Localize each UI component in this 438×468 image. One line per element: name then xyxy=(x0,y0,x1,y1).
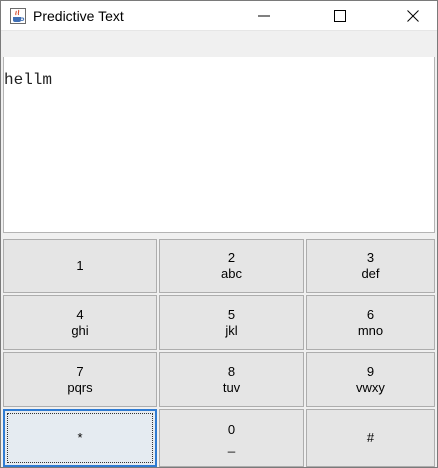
key-4[interactable]: 4 ghi xyxy=(3,295,157,350)
java-cup-icon xyxy=(10,7,26,24)
maximize-icon xyxy=(334,10,346,22)
key-1[interactable]: 1 xyxy=(3,239,157,293)
key-letters: _ xyxy=(227,438,236,453)
text-output-area[interactable]: hellm xyxy=(3,57,435,233)
key-7[interactable]: 7 pqrs xyxy=(3,352,157,407)
key-digit: 9 xyxy=(366,363,375,379)
key-digit: 3 xyxy=(366,250,375,265)
key-digit: 2 xyxy=(227,250,236,265)
key-letters: def xyxy=(361,266,380,281)
minimize-button[interactable] xyxy=(241,1,287,31)
key-digit: 0 xyxy=(227,422,236,437)
key-digit: 1 xyxy=(76,258,84,273)
key-digit: # xyxy=(366,430,375,445)
key-3[interactable]: 3 def xyxy=(306,239,435,293)
key-digit: 5 xyxy=(227,306,236,322)
key-letters: jkl xyxy=(225,322,238,338)
key-9[interactable]: 9 vwxy xyxy=(306,352,435,407)
keypad: 1 2 abc 3 def 4 ghi 5 jkl 6 mno 7 pqrs 8… xyxy=(1,237,437,467)
key-digit: 4 xyxy=(76,306,84,322)
window-title: Predictive Text xyxy=(33,7,124,24)
key-letters: vwxy xyxy=(356,379,385,395)
close-button[interactable] xyxy=(390,1,436,31)
key-2[interactable]: 2 abc xyxy=(159,239,304,293)
key-letters: tuv xyxy=(222,379,241,395)
key-digit: 7 xyxy=(76,363,84,379)
predictive-text-window: Predictive Text hellm 1 2 abc 3 def 4 gh… xyxy=(0,0,438,468)
key-hash[interactable]: # xyxy=(306,409,435,467)
close-icon xyxy=(407,10,419,22)
key-5[interactable]: 5 jkl xyxy=(159,295,304,350)
key-digit: 8 xyxy=(227,363,236,379)
key-letters: pqrs xyxy=(67,379,93,395)
key-letters: ghi xyxy=(71,322,89,338)
key-8[interactable]: 8 tuv xyxy=(159,352,304,407)
minimize-icon xyxy=(258,15,270,17)
key-6[interactable]: 6 mno xyxy=(306,295,435,350)
key-letters: abc xyxy=(221,266,242,281)
maximize-button[interactable] xyxy=(317,1,363,31)
key-star[interactable]: * xyxy=(3,409,157,467)
key-digit: * xyxy=(77,430,83,445)
key-digit: 6 xyxy=(366,306,375,322)
title-bar[interactable]: Predictive Text xyxy=(1,1,437,31)
key-letters: mno xyxy=(357,322,384,338)
key-0[interactable]: 0 _ xyxy=(159,409,304,467)
